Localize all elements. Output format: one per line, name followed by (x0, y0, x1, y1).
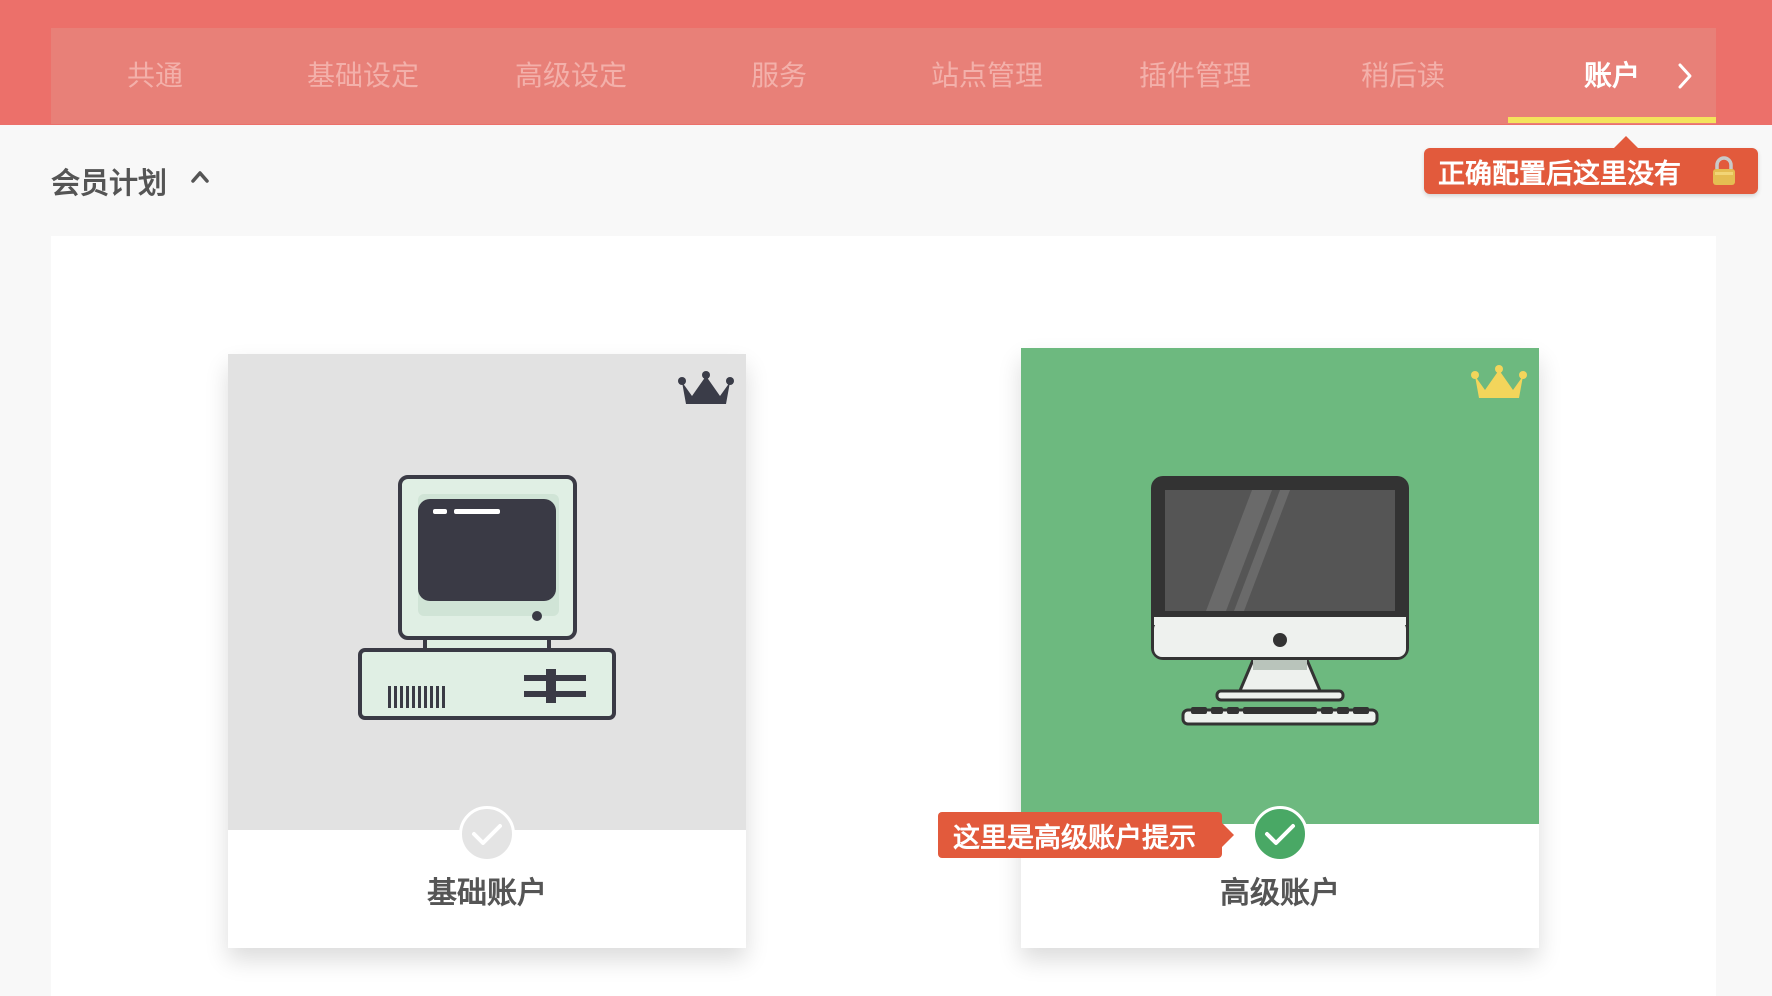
retro-computer-icon (358, 475, 616, 720)
tab-plugin-management[interactable]: 插件管理 (1091, 28, 1299, 124)
tab-strip: 共通 基础设定 高级设定 服务 站点管理 插件管理 稍后读 账户 (51, 28, 1716, 124)
tab-site-management[interactable]: 站点管理 (883, 28, 1091, 124)
imac-computer-icon (1151, 476, 1409, 726)
chevron-up-icon[interactable] (190, 168, 210, 184)
tab-common[interactable]: 共通 (51, 28, 259, 124)
plan-card-hero (1021, 348, 1539, 824)
plan-label-basic: 基础账户 (427, 876, 547, 911)
plan-label-pro: 高级账户 (1220, 876, 1340, 911)
config-hint-tooltip: 正确配置后这里没有 (1424, 136, 1758, 194)
plan-card-pro[interactable]: 高级账户 (1021, 348, 1539, 948)
config-hint-text: 正确配置后这里没有 (1438, 158, 1681, 190)
pro-account-hint-tooltip: 这里是高级账户提示 (938, 812, 1234, 858)
tab-services[interactable]: 服务 (675, 28, 883, 124)
tab-read-later[interactable]: 稍后读 (1299, 28, 1507, 124)
tab-basic-settings[interactable]: 基础设定 (259, 28, 467, 124)
plan-card-basic[interactable]: 基础账户 (228, 354, 746, 948)
pro-account-hint-text: 这里是高级账户提示 (953, 822, 1196, 854)
plan-card-hero (228, 354, 746, 830)
plan-unselected-check-icon (459, 806, 515, 862)
lock-icon (1713, 156, 1735, 185)
tab-advanced-settings[interactable]: 高级设定 (467, 28, 675, 124)
chevron-right-icon (1678, 63, 1692, 89)
section-title: 会员计划 (51, 166, 168, 200)
plan-selected-check-icon (1252, 806, 1308, 862)
tabs-scroll-next-button[interactable] (1665, 28, 1705, 124)
